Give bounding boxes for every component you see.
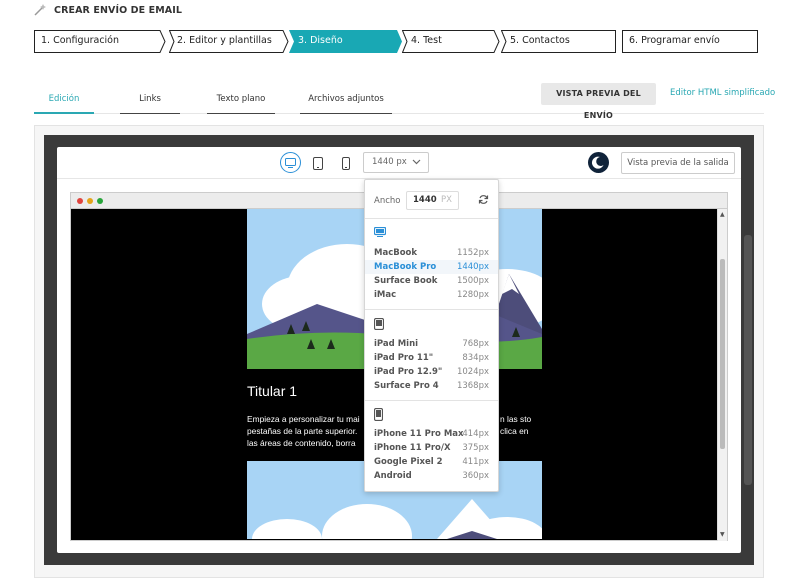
dark-mode-toggle[interactable]	[588, 152, 609, 173]
device-desktop-button[interactable]	[280, 152, 301, 173]
device-name: iPad Mini	[374, 339, 419, 349]
device-name: iPhone 11 Pro/X	[374, 443, 451, 453]
desktop-icon	[285, 157, 296, 168]
step-contactos[interactable]: 5. Contactos	[501, 30, 616, 53]
tab-links[interactable]: Links	[120, 94, 180, 114]
device-width: 834px	[462, 353, 489, 363]
device-option[interactable]: Android 360px	[365, 469, 498, 483]
device-width: 375px	[462, 443, 489, 453]
device-width: 1152px	[456, 248, 489, 258]
device-width: 411px	[462, 457, 489, 467]
device-option[interactable]: iPhone 11 Pro Max 414px	[365, 427, 498, 441]
device-width: 1368px	[456, 381, 489, 391]
scrollbar-thumb[interactable]	[720, 259, 725, 449]
width-select[interactable]: 1440 px	[363, 152, 429, 173]
device-option[interactable]: iPad Pro 11" 834px	[365, 351, 498, 365]
divider	[365, 218, 498, 219]
step-programar[interactable]: 6. Programar envío	[622, 30, 758, 53]
device-width: 1440px	[456, 262, 489, 272]
device-width: 1024px	[456, 367, 489, 377]
device-size-dropdown: Ancho 1440 PX MacBook 1152px MacBook Pro 1…	[364, 179, 499, 492]
device-name: iPhone 11 Pro Max	[374, 429, 464, 439]
step-label: 1. Configuración	[41, 35, 120, 46]
device-option[interactable]: Google Pixel 2 411px	[365, 455, 498, 469]
mobile-icon	[342, 156, 350, 170]
device-name: iPad Pro 12.9"	[374, 367, 443, 377]
device-width: 414px	[462, 429, 489, 439]
device-option[interactable]: iPad Pro 12.9" 1024px	[365, 365, 498, 379]
device-option[interactable]: iMac 1280px	[365, 288, 498, 302]
tablet-icon	[374, 318, 384, 330]
step-editor[interactable]: 2. Editor y plantillas	[169, 30, 289, 53]
maximize-dot-icon	[97, 198, 103, 204]
width-input[interactable]: 1440 PX	[406, 191, 459, 210]
device-width: 360px	[462, 471, 489, 481]
tab-edicion[interactable]: Edición	[34, 94, 94, 114]
device-width: 1500px	[456, 276, 489, 286]
desktop-icon	[374, 227, 386, 237]
step-label: 6. Programar envío	[629, 35, 720, 46]
scroll-down-icon[interactable]: ▼	[720, 532, 725, 538]
device-tablet-button[interactable]	[309, 154, 327, 172]
html-editor-link[interactable]: Editor HTML simplificado	[670, 88, 775, 98]
reload-icon[interactable]	[478, 194, 489, 205]
device-option[interactable]: Surface Book 1500px	[365, 274, 498, 288]
device-option[interactable]: iPad Mini 768px	[365, 337, 498, 351]
tablet-icon	[313, 156, 323, 170]
magic-wand-icon	[34, 4, 46, 16]
backdrop-scrollbar[interactable]	[744, 235, 752, 485]
wizard-steps: 1. Configuración 2. Editor y plantillas …	[34, 30, 758, 53]
device-name: Surface Pro 4	[374, 381, 439, 391]
preview-paragraph-right: n las sto clica en	[500, 414, 532, 436]
preview-send-button[interactable]: VISTA PREVIA DEL ENVÍO	[541, 83, 656, 120]
tab-archivos-adjuntos[interactable]: Archivos adjuntos	[300, 94, 392, 114]
device-name: iPad Pro 11"	[374, 353, 434, 363]
width-unit: PX	[441, 195, 452, 205]
device-name: Android	[374, 471, 412, 481]
step-test[interactable]: 4. Test	[402, 30, 500, 53]
device-name: MacBook	[374, 248, 418, 258]
width-select-value: 1440 px	[372, 157, 407, 167]
page-header: CREAR ENVÍO DE EMAIL	[34, 4, 182, 16]
width-label: Ancho	[374, 196, 401, 206]
divider	[365, 400, 498, 401]
device-width: 1280px	[456, 290, 489, 300]
step-label: 4. Test	[411, 35, 442, 46]
divider	[365, 309, 498, 310]
mobile-icon	[374, 408, 383, 421]
device-option[interactable]: iPhone 11 Pro/X 375px	[365, 441, 498, 455]
device-name: Google Pixel 2	[374, 457, 443, 467]
chevron-down-icon	[412, 159, 421, 165]
device-name: MacBook Pro	[374, 262, 437, 272]
device-name: Surface Book	[374, 276, 438, 286]
device-name: iMac	[374, 290, 397, 300]
page: CREAR ENVÍO DE EMAIL 1. Configuración 2.…	[0, 0, 786, 584]
preview-paragraph-left: Empieza a personalizar tu mai pestañas d…	[247, 414, 360, 448]
step-configuracion[interactable]: 1. Configuración	[34, 30, 166, 53]
device-mobile-button[interactable]	[337, 154, 355, 172]
close-dot-icon	[77, 198, 83, 204]
step-diseno[interactable]: 3. Diseño	[289, 30, 403, 53]
preview-heading: Titular 1	[247, 383, 298, 399]
device-option-selected[interactable]: MacBook Pro 1440px	[365, 260, 498, 274]
page-title: CREAR ENVÍO DE EMAIL	[54, 4, 183, 16]
moon-icon	[591, 156, 604, 169]
tab-texto-plano[interactable]: Texto plano	[207, 94, 275, 114]
width-input-value: 1440	[413, 195, 437, 205]
output-preview-button[interactable]: Vista previa de la salida	[621, 152, 735, 174]
device-option[interactable]: MacBook 1152px	[365, 246, 498, 260]
step-label: 3. Diseño	[298, 35, 343, 46]
step-label: 5. Contactos	[510, 35, 570, 46]
preview-scrollbar[interactable]: ▲ ▼	[717, 209, 727, 541]
device-width: 768px	[462, 339, 489, 349]
device-option[interactable]: Surface Pro 4 1368px	[365, 379, 498, 393]
minimize-dot-icon	[87, 198, 93, 204]
step-label: 2. Editor y plantillas	[177, 35, 272, 46]
scroll-up-icon[interactable]: ▲	[720, 212, 725, 218]
